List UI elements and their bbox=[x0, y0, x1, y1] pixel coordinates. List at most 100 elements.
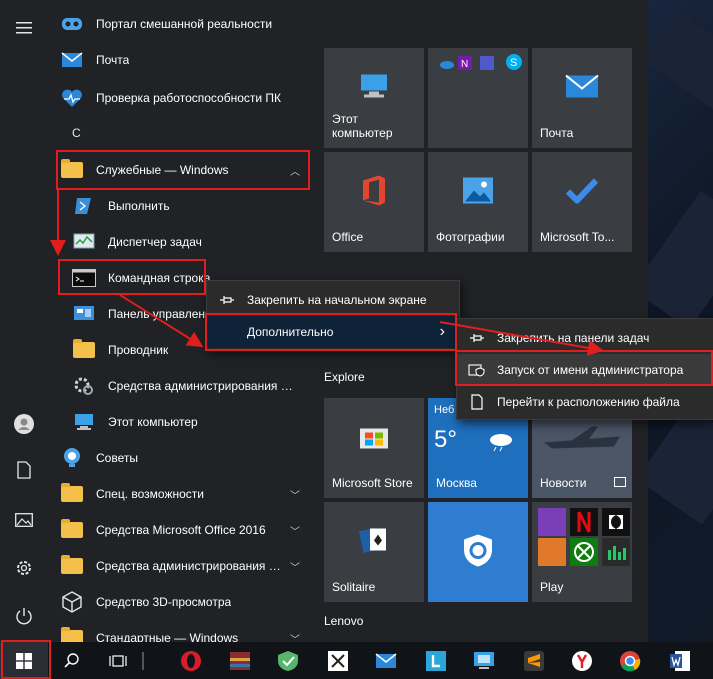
app-this-pc[interactable]: Этот компьютер bbox=[72, 404, 310, 440]
tile-hotspot-shield[interactable] bbox=[428, 502, 528, 602]
menu-item-more[interactable]: Дополнительно › bbox=[207, 316, 459, 348]
app-task-manager[interactable]: Диспетчер задач bbox=[72, 224, 310, 260]
chevron-down-icon: ﹀ bbox=[290, 563, 300, 574]
computer-icon bbox=[358, 73, 390, 104]
opera-icon[interactable] bbox=[167, 642, 215, 679]
equalizer-icon bbox=[602, 538, 630, 566]
photos-icon bbox=[462, 177, 494, 208]
file-location-icon bbox=[457, 394, 497, 410]
folder-office-tools[interactable]: Средства Microsoft Office 2016 ﹀ bbox=[60, 512, 310, 548]
word-icon[interactable] bbox=[656, 642, 704, 679]
weather-temp: 5° bbox=[434, 426, 457, 453]
folder-accessories[interactable]: Стандартные — Windows ﹀ bbox=[60, 620, 310, 642]
folder-icon bbox=[60, 626, 84, 642]
app-label: Служебные — Windows bbox=[96, 163, 229, 177]
health-check-icon bbox=[60, 86, 84, 110]
app-run[interactable]: Выполнить bbox=[72, 188, 310, 224]
app-label: Средства администрирования Win... bbox=[108, 379, 298, 393]
menu-item-label: Перейти к расположению файла bbox=[497, 395, 680, 409]
run-icon bbox=[72, 194, 96, 218]
tile-solitaire[interactable]: Solitaire bbox=[324, 502, 424, 602]
sublime-text-icon[interactable] bbox=[510, 642, 558, 679]
app-pc-health[interactable]: Проверка работоспособности ПК bbox=[60, 80, 310, 116]
app-admin-tools[interactable]: Средства администрирования Win... bbox=[72, 368, 310, 404]
chevron-up-icon: ︿ bbox=[290, 167, 300, 178]
explorer-icon bbox=[72, 338, 96, 362]
start-rail bbox=[0, 0, 48, 642]
taskbar bbox=[0, 642, 713, 679]
mail-icon[interactable] bbox=[362, 642, 410, 679]
tile-label: Москва bbox=[436, 476, 477, 490]
news-badge-icon bbox=[614, 476, 626, 490]
remote-desktop-icon[interactable] bbox=[460, 642, 508, 679]
app-tips[interactable]: Советы bbox=[60, 440, 310, 476]
submenu: Закрепить на панели задач Запуск от имен… bbox=[456, 318, 713, 420]
tile-label: Play bbox=[540, 580, 564, 594]
tile-photos[interactable]: Фотографии bbox=[428, 152, 528, 252]
user-avatar-icon[interactable] bbox=[0, 402, 48, 446]
admin-shield-icon bbox=[457, 363, 497, 377]
settings-gear-icon[interactable] bbox=[0, 546, 48, 590]
app-label: Средства Microsoft Office 2016 bbox=[96, 523, 266, 537]
folder-icon bbox=[60, 554, 84, 578]
chevron-right-icon: › bbox=[439, 323, 445, 340]
documents-icon[interactable] bbox=[0, 448, 48, 492]
menu-item-run-as-admin[interactable]: Запуск от имени администратора bbox=[457, 354, 713, 386]
chevron-down-icon: ﹀ bbox=[290, 635, 300, 642]
menu-item-pin-taskbar[interactable]: Закрепить на панели задач bbox=[457, 322, 713, 354]
tile-office-apps[interactable]: N S bbox=[428, 48, 528, 148]
folder-admin-tools[interactable]: Средства администрирования W... ﹀ bbox=[60, 548, 310, 584]
chrome-icon[interactable] bbox=[606, 642, 654, 679]
weather-day: Неб bbox=[434, 404, 455, 416]
letter-header-s[interactable]: С bbox=[72, 118, 81, 148]
winrar-icon[interactable] bbox=[216, 642, 264, 679]
menu-item-pin-start[interactable]: Закрепить на начальном экране bbox=[207, 284, 459, 316]
tile-play[interactable]: Play bbox=[532, 502, 632, 602]
app-mail[interactable]: Почта bbox=[60, 42, 310, 78]
pictures-icon[interactable] bbox=[0, 498, 48, 542]
group-header-lenovo[interactable]: Lenovo bbox=[324, 614, 363, 628]
start-button[interactable] bbox=[0, 642, 48, 679]
tile-microsoft-store[interactable]: Microsoft Store bbox=[324, 398, 424, 498]
pin-icon bbox=[457, 332, 497, 344]
adguard-icon[interactable] bbox=[264, 642, 312, 679]
tile-this-pc[interactable]: Этот компьютер bbox=[324, 48, 424, 148]
tile-todo[interactable]: Microsoft To... bbox=[532, 152, 632, 252]
menu-item-label: Дополнительно bbox=[247, 325, 334, 339]
rain-cloud-icon bbox=[488, 432, 514, 455]
snipping-tool-icon[interactable] bbox=[314, 642, 362, 679]
menu-item-label: Закрепить на панели задач bbox=[497, 331, 650, 345]
wallpaper-shard bbox=[640, 9, 713, 111]
app-3d-viewer[interactable]: Средство 3D-просмотра bbox=[60, 584, 310, 620]
mail-icon bbox=[565, 74, 599, 102]
tile-office[interactable]: Office bbox=[324, 152, 424, 252]
lingvo-icon[interactable] bbox=[412, 642, 460, 679]
hamburger-menu-icon[interactable] bbox=[0, 6, 48, 50]
folder-windows-accessories[interactable]: Служебные — Windows ︿ bbox=[60, 152, 310, 188]
control-panel-icon bbox=[72, 302, 96, 326]
tile-label: Этот компьютер bbox=[332, 112, 393, 140]
game-icon bbox=[538, 508, 566, 536]
skype-icon: S bbox=[506, 54, 522, 73]
menu-item-label: Закрепить на начальном экране bbox=[247, 293, 427, 307]
app-mixed-reality[interactable]: Портал смешанной реальности bbox=[60, 6, 310, 42]
tile-label: Фотографии bbox=[436, 230, 505, 244]
app-label: Проверка работоспособности ПК bbox=[96, 91, 282, 105]
candy-game-icon bbox=[538, 538, 566, 566]
chevron-down-icon: ﹀ bbox=[290, 491, 300, 502]
group-header-explore[interactable]: Explore bbox=[324, 370, 365, 384]
onenote-icon: N bbox=[458, 56, 472, 73]
tile-label: Microsoft To... bbox=[540, 230, 615, 244]
power-icon[interactable] bbox=[0, 594, 48, 638]
app-label: Спец. возможности bbox=[96, 487, 204, 501]
search-icon[interactable] bbox=[48, 642, 96, 679]
yandex-browser-icon[interactable] bbox=[558, 642, 606, 679]
tile-mail[interactable]: Почта bbox=[532, 48, 632, 148]
menu-item-open-location[interactable]: Перейти к расположению файла bbox=[457, 386, 713, 418]
shield-icon bbox=[463, 534, 493, 571]
mixed-reality-icon bbox=[60, 12, 84, 36]
airplane-image bbox=[542, 419, 622, 458]
app-label: Портал смешанной реальности bbox=[96, 17, 273, 31]
app-label: Стандартные — Windows bbox=[96, 631, 239, 642]
folder-accessibility[interactable]: Спец. возможности ﹀ bbox=[60, 476, 310, 512]
